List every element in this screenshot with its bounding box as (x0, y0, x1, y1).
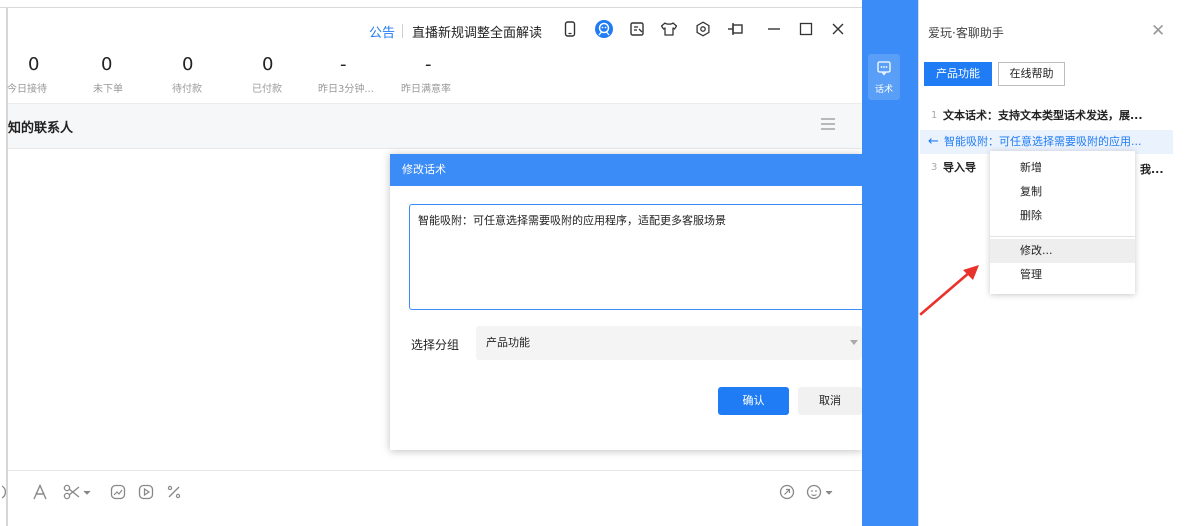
emoji-icon[interactable] (2, 482, 16, 502)
chevron-down-icon[interactable] (850, 340, 858, 345)
font-icon[interactable] (30, 482, 50, 502)
pin-icon[interactable] (725, 16, 747, 42)
menu-item-add[interactable]: 新增 (990, 156, 1135, 180)
image-icon[interactable] (108, 482, 128, 502)
script-tab-label: 话术 (874, 85, 893, 95)
stat-yesterday-satisfaction: - 昨日满意率 (401, 54, 505, 95)
stat-label: 未下单 (93, 84, 123, 95)
script-tab[interactable]: 话术 (868, 54, 900, 100)
edit-script-dialog: 修改话术 智能吸附：可任意选择需要吸附的应用程序，适配更多客服场景 选择分组 产… (390, 154, 862, 450)
stat-label: 今日接待 (7, 84, 47, 95)
minimize-icon[interactable] (763, 16, 785, 42)
menu-item-manage[interactable]: 管理 (990, 263, 1135, 287)
screenshot-icon[interactable] (60, 482, 96, 502)
quick-reply-icon[interactable] (777, 482, 797, 502)
group-label: 选择分组 (411, 338, 460, 352)
script-item-number: 3 (931, 162, 938, 173)
contact-divider (8, 148, 862, 149)
coupon-icon[interactable] (164, 482, 184, 502)
robot-dropdown-icon[interactable] (805, 482, 837, 502)
main-window: 公告 直播新规调整全面解读 0 今日接待 0 未下单 0 待付款 0 已付款 -… (0, 0, 862, 526)
menu-item-delete[interactable]: 删除 (990, 204, 1135, 228)
stat-value: 0 (101, 54, 113, 75)
script-text-input[interactable]: 智能吸附：可任意选择需要吸附的应用程序，适配更多客服场景 (409, 204, 862, 310)
confirm-button[interactable]: 确认 (718, 387, 789, 415)
stat-value: 0 (262, 54, 274, 75)
skin-shirt-icon[interactable] (658, 16, 680, 42)
menu-icon[interactable] (821, 118, 835, 133)
tab-online-help[interactable]: 在线帮助 (998, 62, 1065, 86)
close-icon[interactable]: ✕ (1151, 21, 1165, 41)
contact-title: 知的联系人 (8, 121, 74, 136)
menu-item-copy[interactable]: 复制 (990, 180, 1135, 204)
assistant-avatar-icon[interactable] (593, 16, 615, 42)
stat-value: 0 (28, 54, 40, 75)
stat-label: 昨日满意率 (401, 84, 451, 95)
stat-value: - (340, 54, 347, 75)
phone-icon[interactable] (559, 16, 581, 42)
stat-value: - (425, 54, 432, 75)
annotation-arrow-icon (919, 265, 979, 316)
script-item-text-end: 我... (1140, 163, 1164, 176)
cancel-button[interactable]: 取消 (798, 387, 862, 415)
tab-product-features[interactable]: 产品功能 (924, 62, 992, 86)
announcement-label[interactable]: 公告 (369, 22, 395, 41)
editor-divider (8, 470, 862, 471)
video-icon[interactable] (136, 482, 156, 502)
notes-icon[interactable] (626, 16, 648, 42)
contact-header (8, 104, 862, 148)
close-icon[interactable] (827, 16, 849, 42)
context-menu: 新增 复制 删除 修改... 管理 (990, 151, 1135, 294)
chat-icon (877, 61, 891, 76)
settings-icon[interactable] (692, 16, 714, 42)
script-item[interactable]: 1 文本话术：支持文本类型话术发送，展... (920, 104, 1173, 128)
script-item-text: 文本话术：支持文本类型话术发送，展... (943, 109, 1143, 122)
stat-label: 待付款 (172, 84, 202, 95)
announcement-divider (402, 24, 403, 38)
maximize-icon[interactable] (795, 16, 817, 42)
script-item-text: 导入导 (943, 161, 976, 174)
stat-pending-payment: 0 待付款 (172, 54, 262, 95)
announcement-link[interactable]: 直播新规调整全面解读 (412, 22, 542, 41)
stat-value: 0 (182, 54, 194, 75)
menu-item-edit[interactable]: 修改... (990, 239, 1135, 263)
script-item-number: 1 (931, 110, 938, 121)
arrow-left-icon: ← (928, 134, 939, 149)
menu-divider (990, 236, 1135, 237)
group-select[interactable]: 产品功能 (476, 326, 862, 360)
stat-not-ordered: 0 未下单 (93, 54, 181, 95)
dialog-title: 修改话术 (390, 154, 862, 186)
panel-title: 爱玩·客聊助手 (928, 26, 1004, 40)
